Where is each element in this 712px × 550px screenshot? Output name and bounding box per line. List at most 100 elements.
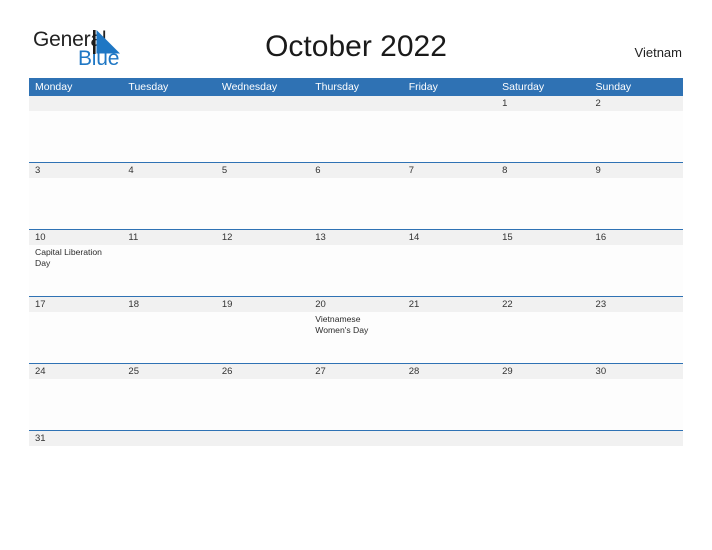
day-cell-empty — [122, 245, 215, 296]
day-number-31[interactable]: 31 — [29, 431, 122, 446]
day-cell-empty — [309, 111, 402, 162]
day-number-12[interactable]: 12 — [216, 230, 309, 245]
day-cell-empty — [496, 178, 589, 229]
day-number-5[interactable]: 5 — [216, 163, 309, 178]
day-cell-empty — [496, 111, 589, 162]
day-cell-empty — [216, 379, 309, 430]
calendar-weeks: 1 2 3 4 5 6 7 8 9 10 11 12 13 14 15 16 Capital Liberatio… — [29, 96, 683, 446]
day-number-30[interactable]: 30 — [590, 364, 683, 379]
date-number-band: 31 — [29, 431, 683, 446]
date-number-band: 10 11 12 13 14 15 16 — [29, 230, 683, 245]
day-cell-empty — [403, 312, 496, 363]
day-number-18[interactable]: 18 — [122, 297, 215, 312]
day-number-6[interactable]: 6 — [309, 163, 402, 178]
event-band: Vietnamese Women's Day — [29, 312, 683, 363]
day-cell-empty — [29, 178, 122, 229]
holiday-label[interactable]: Vietnamese Women's Day — [309, 312, 402, 363]
day-cell-empty — [496, 379, 589, 430]
day-cell-empty — [29, 379, 122, 430]
date-number-band: 12 — [29, 96, 683, 111]
day-number-1[interactable]: 1 — [496, 96, 589, 111]
day-cell-empty — [590, 312, 683, 363]
day-cell-empty — [309, 379, 402, 430]
calendar-week-row: 24 25 26 27 28 29 30 — [29, 363, 683, 430]
day-number-9[interactable]: 9 — [590, 163, 683, 178]
day-number-3[interactable]: 3 — [29, 163, 122, 178]
day-cell-empty — [403, 379, 496, 430]
day-number-16[interactable]: 16 — [590, 230, 683, 245]
event-band — [29, 379, 683, 430]
day-number-25[interactable]: 25 — [122, 364, 215, 379]
day-number-17[interactable]: 17 — [29, 297, 122, 312]
day-number-10[interactable]: 10 — [29, 230, 122, 245]
country-label: Vietnam — [634, 45, 682, 60]
event-band — [29, 111, 683, 162]
weekday-header-friday: Friday — [408, 81, 438, 93]
event-band: Capital Liberation Day — [29, 245, 683, 296]
day-number-23[interactable]: 23 — [590, 297, 683, 312]
day-cell-empty — [216, 312, 309, 363]
day-number-29[interactable]: 29 — [496, 364, 589, 379]
day-number-empty — [309, 96, 402, 111]
weekday-header-sunday: Sunday — [595, 81, 632, 93]
holiday-label[interactable]: Capital Liberation Day — [29, 245, 122, 296]
calendar-week-row: 31 — [29, 430, 683, 446]
day-number-15[interactable]: 15 — [496, 230, 589, 245]
weekday-header-saturday: Saturday — [502, 81, 545, 93]
day-number-8[interactable]: 8 — [496, 163, 589, 178]
day-cell-empty — [403, 245, 496, 296]
day-number-empty — [309, 431, 402, 446]
day-number-14[interactable]: 14 — [403, 230, 496, 245]
day-cell-empty — [122, 312, 215, 363]
day-number-empty — [496, 431, 589, 446]
day-number-empty — [403, 431, 496, 446]
calendar-week-row: 12 — [29, 96, 683, 162]
day-number-24[interactable]: 24 — [29, 364, 122, 379]
day-cell-empty — [29, 111, 122, 162]
day-cell-empty — [216, 111, 309, 162]
day-number-27[interactable]: 27 — [309, 364, 402, 379]
weekday-header-thursday: Thursday — [315, 81, 360, 93]
weekday-header-monday: Monday — [35, 81, 73, 93]
day-number-empty — [590, 431, 683, 446]
day-number-7[interactable]: 7 — [403, 163, 496, 178]
day-cell-empty — [590, 111, 683, 162]
page-title: October 2022 — [265, 30, 447, 63]
day-cell-empty — [403, 111, 496, 162]
day-number-20[interactable]: 20 — [309, 297, 402, 312]
day-number-28[interactable]: 28 — [403, 364, 496, 379]
day-number-empty — [216, 96, 309, 111]
day-number-22[interactable]: 22 — [496, 297, 589, 312]
day-cell-empty — [590, 245, 683, 296]
day-number-empty — [122, 431, 215, 446]
day-cell-empty — [309, 245, 402, 296]
date-number-band: 3456789 — [29, 163, 683, 178]
day-cell-empty — [216, 178, 309, 229]
page-header: General Blue October 2022 Vietnam — [0, 0, 712, 78]
day-cell-empty — [496, 245, 589, 296]
day-cell-empty — [496, 312, 589, 363]
day-cell-empty — [122, 111, 215, 162]
day-number-13[interactable]: 13 — [309, 230, 402, 245]
day-number-empty — [216, 431, 309, 446]
day-number-19[interactable]: 19 — [216, 297, 309, 312]
day-cell-empty — [309, 178, 402, 229]
day-number-2[interactable]: 2 — [590, 96, 683, 111]
day-number-21[interactable]: 21 — [403, 297, 496, 312]
day-cell-empty — [29, 312, 122, 363]
day-number-empty — [122, 96, 215, 111]
day-number-4[interactable]: 4 — [122, 163, 215, 178]
day-number-11[interactable]: 11 — [122, 230, 215, 245]
day-number-empty — [403, 96, 496, 111]
calendar-grid: Monday Tuesday Wednesday Thursday Friday Satu… — [29, 78, 683, 446]
weekday-header-tuesday: Tuesday — [128, 81, 169, 93]
calendar-week-row: 10 11 12 13 14 15 16 Capital Liberation Day — [29, 229, 683, 296]
day-cell-empty — [403, 178, 496, 229]
weekday-header-wednesday: Wednesday — [221, 81, 278, 93]
day-number-empty — [29, 96, 122, 111]
day-cell-empty — [590, 379, 683, 430]
date-number-band: 24 25 26 27 28 29 30 — [29, 364, 683, 379]
day-number-26[interactable]: 26 — [216, 364, 309, 379]
date-number-band: 17 18 19 20 21 22 23 — [29, 297, 683, 312]
day-cell-empty — [122, 379, 215, 430]
